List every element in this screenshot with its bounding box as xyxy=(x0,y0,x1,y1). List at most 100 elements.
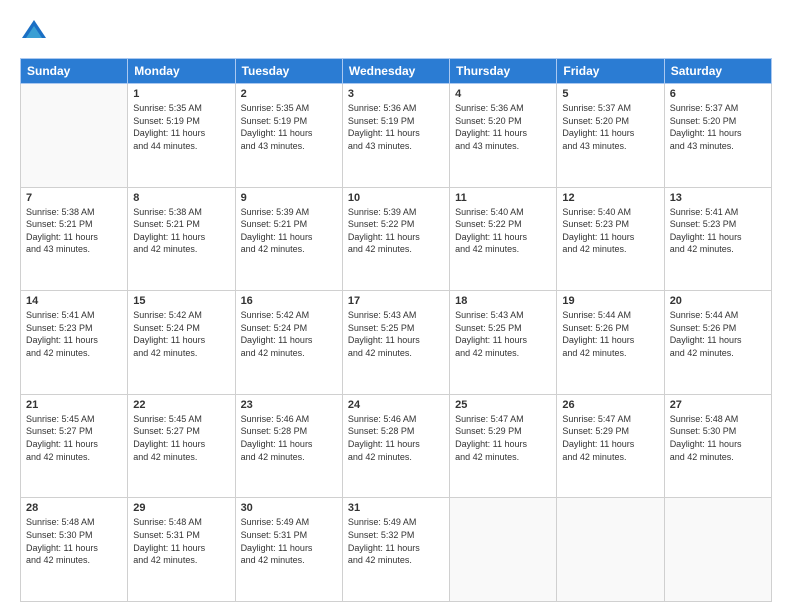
day-info: Sunrise: 5:48 AM Sunset: 5:30 PM Dayligh… xyxy=(26,516,122,566)
calendar-cell: 24 Sunrise: 5:46 AM Sunset: 5:28 PM Dayli… xyxy=(342,394,449,498)
calendar-cell: 23 Sunrise: 5:46 AM Sunset: 5:28 PM Dayli… xyxy=(235,394,342,498)
day-number: 16 xyxy=(241,295,337,307)
day-number: 28 xyxy=(26,502,122,514)
day-info: Sunrise: 5:37 AM Sunset: 5:20 PM Dayligh… xyxy=(670,102,766,152)
day-number: 12 xyxy=(562,192,658,204)
day-info: Sunrise: 5:36 AM Sunset: 5:19 PM Dayligh… xyxy=(348,102,444,152)
calendar-cell: 8 Sunrise: 5:38 AM Sunset: 5:21 PM Daylig… xyxy=(128,187,235,291)
page: SundayMondayTuesdayWednesdayThursdayFrid… xyxy=(0,0,792,612)
logo-icon xyxy=(20,18,48,46)
calendar-cell: 11 Sunrise: 5:40 AM Sunset: 5:22 PM Dayli… xyxy=(450,187,557,291)
calendar-cell: 28 Sunrise: 5:48 AM Sunset: 5:30 PM Dayli… xyxy=(21,498,128,602)
day-info: Sunrise: 5:39 AM Sunset: 5:21 PM Dayligh… xyxy=(241,206,337,256)
calendar-week-row: 21 Sunrise: 5:45 AM Sunset: 5:27 PM Dayli… xyxy=(21,394,772,498)
day-info: Sunrise: 5:37 AM Sunset: 5:20 PM Dayligh… xyxy=(562,102,658,152)
calendar-cell: 26 Sunrise: 5:47 AM Sunset: 5:29 PM Dayli… xyxy=(557,394,664,498)
day-of-week-header: Friday xyxy=(557,59,664,84)
day-number: 3 xyxy=(348,88,444,100)
calendar-cell xyxy=(557,498,664,602)
calendar-cell: 20 Sunrise: 5:44 AM Sunset: 5:26 PM Dayli… xyxy=(664,291,771,395)
day-number: 18 xyxy=(455,295,551,307)
calendar-cell: 21 Sunrise: 5:45 AM Sunset: 5:27 PM Dayli… xyxy=(21,394,128,498)
day-of-week-header: Wednesday xyxy=(342,59,449,84)
day-number: 24 xyxy=(348,399,444,411)
day-number: 14 xyxy=(26,295,122,307)
day-info: Sunrise: 5:40 AM Sunset: 5:23 PM Dayligh… xyxy=(562,206,658,256)
calendar-cell: 29 Sunrise: 5:48 AM Sunset: 5:31 PM Dayli… xyxy=(128,498,235,602)
calendar-cell: 5Sunrise: 5:37 AM Sunset: 5:20 PM Daylig… xyxy=(557,84,664,188)
day-info: Sunrise: 5:47 AM Sunset: 5:29 PM Dayligh… xyxy=(455,413,551,463)
day-number: 9 xyxy=(241,192,337,204)
day-number: 23 xyxy=(241,399,337,411)
day-number: 4 xyxy=(455,88,551,100)
day-info: Sunrise: 5:49 AM Sunset: 5:31 PM Dayligh… xyxy=(241,516,337,566)
day-info: Sunrise: 5:42 AM Sunset: 5:24 PM Dayligh… xyxy=(133,309,229,359)
day-info: Sunrise: 5:47 AM Sunset: 5:29 PM Dayligh… xyxy=(562,413,658,463)
day-number: 15 xyxy=(133,295,229,307)
day-info: Sunrise: 5:38 AM Sunset: 5:21 PM Dayligh… xyxy=(133,206,229,256)
header xyxy=(20,18,772,46)
day-info: Sunrise: 5:49 AM Sunset: 5:32 PM Dayligh… xyxy=(348,516,444,566)
day-info: Sunrise: 5:44 AM Sunset: 5:26 PM Dayligh… xyxy=(670,309,766,359)
day-info: Sunrise: 5:41 AM Sunset: 5:23 PM Dayligh… xyxy=(26,309,122,359)
day-info: Sunrise: 5:48 AM Sunset: 5:30 PM Dayligh… xyxy=(670,413,766,463)
day-number: 1 xyxy=(133,88,229,100)
day-number: 6 xyxy=(670,88,766,100)
day-number: 2 xyxy=(241,88,337,100)
calendar-cell: 31 Sunrise: 5:49 AM Sunset: 5:32 PM Dayli… xyxy=(342,498,449,602)
calendar-cell: 22 Sunrise: 5:45 AM Sunset: 5:27 PM Dayli… xyxy=(128,394,235,498)
day-number: 27 xyxy=(670,399,766,411)
day-of-week-header: Monday xyxy=(128,59,235,84)
day-info: Sunrise: 5:44 AM Sunset: 5:26 PM Dayligh… xyxy=(562,309,658,359)
day-of-week-header: Sunday xyxy=(21,59,128,84)
calendar-cell: 1 Sunrise: 5:35 AM Sunset: 5:19 PM Daylig… xyxy=(128,84,235,188)
day-number: 22 xyxy=(133,399,229,411)
calendar-week-row: 1 Sunrise: 5:35 AM Sunset: 5:19 PM Daylig… xyxy=(21,84,772,188)
day-number: 8 xyxy=(133,192,229,204)
day-number: 19 xyxy=(562,295,658,307)
calendar-cell xyxy=(21,84,128,188)
day-info: Sunrise: 5:41 AM Sunset: 5:23 PM Dayligh… xyxy=(670,206,766,256)
calendar-week-row: 7 Sunrise: 5:38 AM Sunset: 5:21 PM Daylig… xyxy=(21,187,772,291)
day-info: Sunrise: 5:35 AM Sunset: 5:19 PM Dayligh… xyxy=(241,102,337,152)
calendar-week-row: 28 Sunrise: 5:48 AM Sunset: 5:30 PM Dayli… xyxy=(21,498,772,602)
calendar-cell: 25Sunrise: 5:47 AM Sunset: 5:29 PM Dayli… xyxy=(450,394,557,498)
calendar-cell xyxy=(450,498,557,602)
day-info: Sunrise: 5:43 AM Sunset: 5:25 PM Dayligh… xyxy=(455,309,551,359)
calendar-week-row: 14 Sunrise: 5:41 AM Sunset: 5:23 PM Dayli… xyxy=(21,291,772,395)
calendar-cell: 4 Sunrise: 5:36 AM Sunset: 5:20 PM Daylig… xyxy=(450,84,557,188)
day-info: Sunrise: 5:46 AM Sunset: 5:28 PM Dayligh… xyxy=(348,413,444,463)
calendar-cell: 7 Sunrise: 5:38 AM Sunset: 5:21 PM Daylig… xyxy=(21,187,128,291)
day-number: 20 xyxy=(670,295,766,307)
day-number: 30 xyxy=(241,502,337,514)
calendar-cell: 12 Sunrise: 5:40 AM Sunset: 5:23 PM Dayli… xyxy=(557,187,664,291)
calendar-cell: 10 Sunrise: 5:39 AM Sunset: 5:22 PM Dayli… xyxy=(342,187,449,291)
calendar-cell: 16Sunrise: 5:42 AM Sunset: 5:24 PM Dayli… xyxy=(235,291,342,395)
day-of-week-header: Saturday xyxy=(664,59,771,84)
day-info: Sunrise: 5:36 AM Sunset: 5:20 PM Dayligh… xyxy=(455,102,551,152)
calendar-cell: 19 Sunrise: 5:44 AM Sunset: 5:26 PM Dayli… xyxy=(557,291,664,395)
calendar-cell: 17Sunrise: 5:43 AM Sunset: 5:25 PM Dayli… xyxy=(342,291,449,395)
calendar-cell: 9 Sunrise: 5:39 AM Sunset: 5:21 PM Daylig… xyxy=(235,187,342,291)
day-number: 21 xyxy=(26,399,122,411)
day-info: Sunrise: 5:46 AM Sunset: 5:28 PM Dayligh… xyxy=(241,413,337,463)
day-number: 11 xyxy=(455,192,551,204)
day-info: Sunrise: 5:39 AM Sunset: 5:22 PM Dayligh… xyxy=(348,206,444,256)
day-info: Sunrise: 5:45 AM Sunset: 5:27 PM Dayligh… xyxy=(133,413,229,463)
day-info: Sunrise: 5:38 AM Sunset: 5:21 PM Dayligh… xyxy=(26,206,122,256)
day-info: Sunrise: 5:48 AM Sunset: 5:31 PM Dayligh… xyxy=(133,516,229,566)
logo xyxy=(20,18,52,46)
calendar-cell xyxy=(664,498,771,602)
calendar-cell: 18 Sunrise: 5:43 AM Sunset: 5:25 PM Dayli… xyxy=(450,291,557,395)
day-of-week-header: Tuesday xyxy=(235,59,342,84)
day-number: 29 xyxy=(133,502,229,514)
day-info: Sunrise: 5:40 AM Sunset: 5:22 PM Dayligh… xyxy=(455,206,551,256)
day-info: Sunrise: 5:45 AM Sunset: 5:27 PM Dayligh… xyxy=(26,413,122,463)
day-number: 10 xyxy=(348,192,444,204)
day-number: 31 xyxy=(348,502,444,514)
day-number: 26 xyxy=(562,399,658,411)
calendar-cell: 30 Sunrise: 5:49 AM Sunset: 5:31 PM Dayli… xyxy=(235,498,342,602)
calendar-cell: 14 Sunrise: 5:41 AM Sunset: 5:23 PM Dayli… xyxy=(21,291,128,395)
day-number: 7 xyxy=(26,192,122,204)
day-info: Sunrise: 5:35 AM Sunset: 5:19 PM Dayligh… xyxy=(133,102,229,152)
